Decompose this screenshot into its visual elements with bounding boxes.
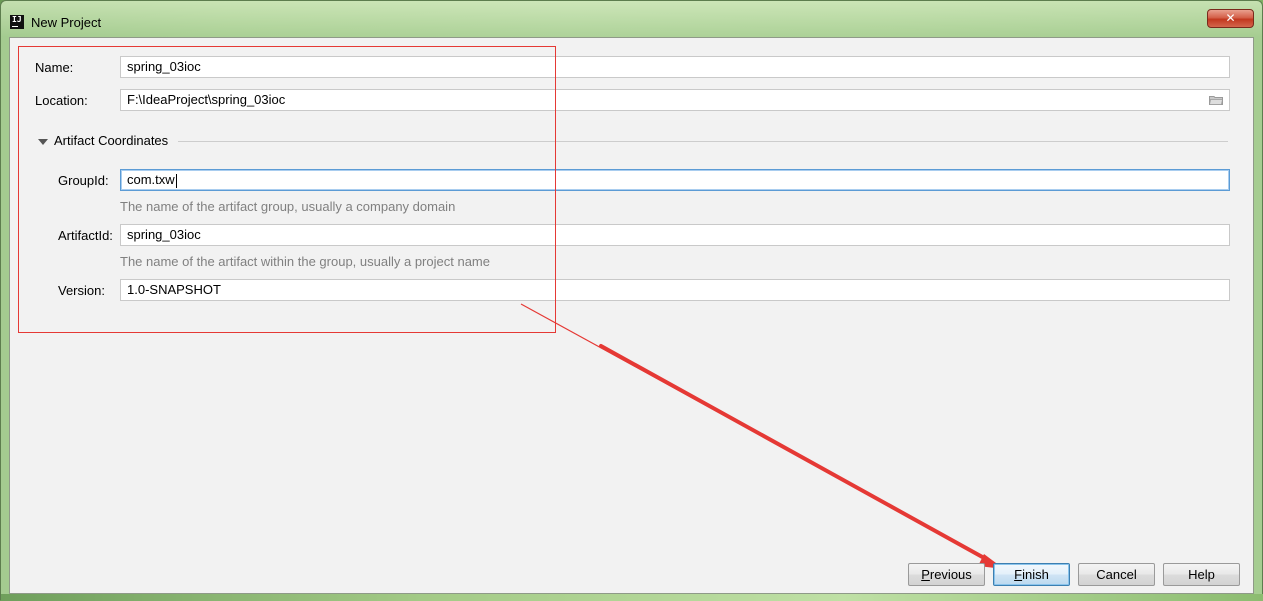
folder-icon[interactable] [1209,95,1223,105]
help-button[interactable]: Help [1163,563,1240,586]
title-bar[interactable]: IJ New Project ✕ [1,1,1262,37]
new-project-window: IJ New Project ✕ Name: spring_03ioc Loca… [0,0,1263,601]
window-title: New Project [31,15,102,30]
annotation-highlight-box [18,46,556,333]
cancel-button[interactable]: Cancel [1078,563,1155,586]
previous-button[interactable]: Previous [908,563,985,586]
intellij-app-icon: IJ [10,15,24,29]
close-window-button[interactable]: ✕ [1207,9,1254,28]
finish-button[interactable]: Finish [993,563,1070,586]
